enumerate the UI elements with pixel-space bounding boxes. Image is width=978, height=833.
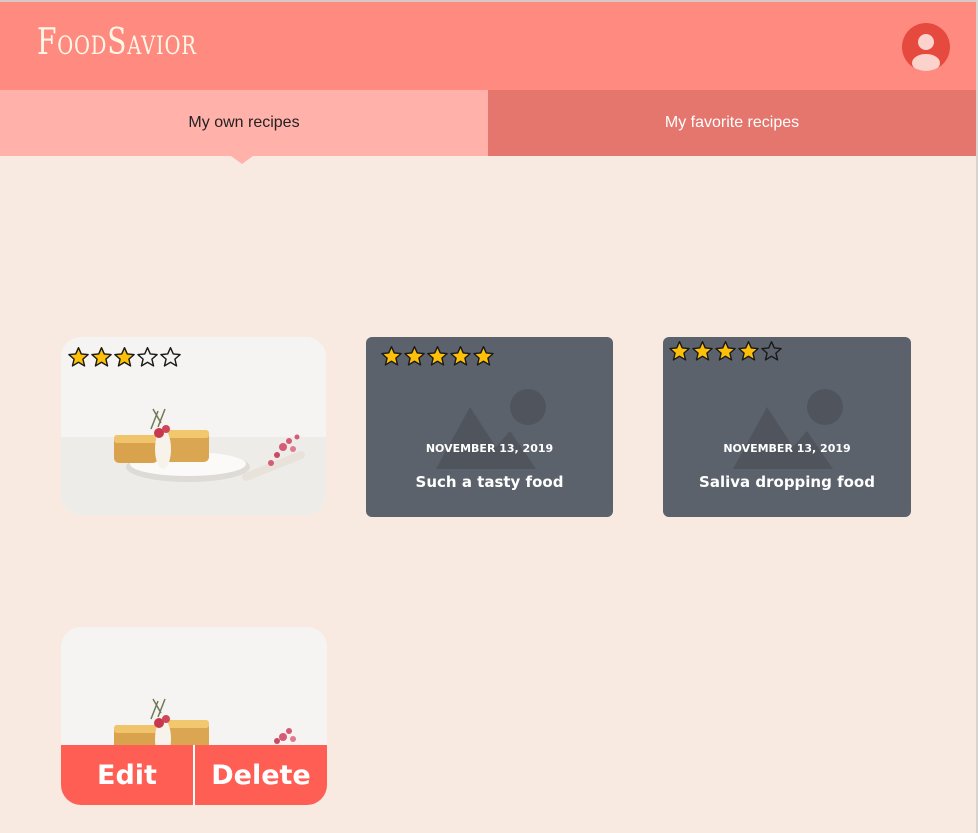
star-filled-icon — [91, 347, 112, 367]
recipe-date: NOVEMBER 13, 2019 — [425, 442, 554, 455]
tab-label: My favorite recipes — [664, 114, 800, 131]
star-filled-icon — [450, 346, 471, 366]
star-filled-icon — [114, 347, 135, 367]
star-filled-icon — [669, 341, 690, 361]
star-filled-icon — [738, 341, 759, 361]
star-filled-icon — [473, 346, 494, 366]
tab-my-own-recipes[interactable]: My own recipes — [0, 90, 488, 164]
edit-button[interactable]: Edit — [61, 745, 193, 805]
recipe-card[interactable]: NOVEMBER 13, 2019 Saliva dropping food — [663, 337, 911, 517]
image-placeholder-icon — [733, 389, 843, 469]
rating-stars — [380, 345, 495, 368]
tab-my-favorite-recipes[interactable]: My favorite recipes — [488, 90, 976, 156]
star-filled-icon — [68, 347, 89, 367]
app-logo[interactable]: FoodSavior — [37, 22, 197, 63]
star-filled-icon — [427, 346, 448, 366]
recipe-title: Saliva dropping food — [699, 473, 875, 491]
star-filled-icon — [692, 341, 713, 361]
recipe-actions: Edit Delete — [61, 745, 327, 805]
recipe-date: NOVEMBER 13, 2019 — [723, 442, 851, 455]
tab-label: My own recipes — [188, 114, 300, 131]
recipe-card[interactable] — [61, 337, 326, 515]
star-filled-icon — [404, 346, 425, 366]
image-placeholder-icon — [436, 389, 546, 469]
recipe-tabs: My own recipes My favorite recipes — [0, 90, 976, 164]
user-avatar-icon[interactable] — [902, 23, 950, 71]
recipe-card[interactable]: Edit Delete — [61, 627, 327, 805]
star-filled-icon — [715, 341, 736, 361]
star-empty-icon — [160, 347, 181, 367]
rating-stars — [67, 346, 182, 369]
app-header: FoodSavior — [0, 0, 976, 90]
rating-stars — [668, 340, 783, 363]
star-empty-icon — [761, 341, 782, 361]
star-empty-icon — [137, 347, 158, 367]
recipe-title: Such a tasty food — [415, 473, 564, 491]
star-filled-icon — [381, 346, 402, 366]
delete-button[interactable]: Delete — [195, 745, 327, 805]
recipe-card[interactable]: NOVEMBER 13, 2019 Such a tasty food — [366, 337, 613, 517]
